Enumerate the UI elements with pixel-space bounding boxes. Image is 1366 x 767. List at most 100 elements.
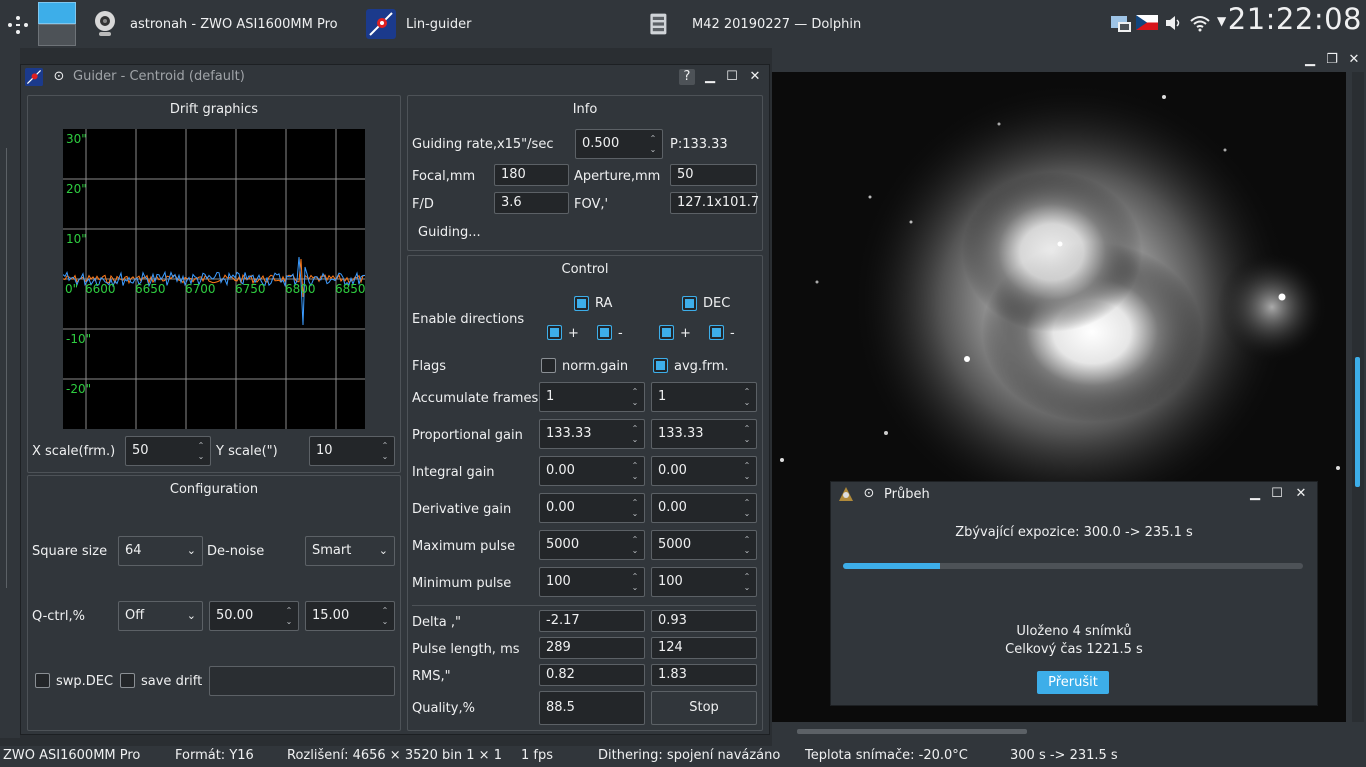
fd-field[interactable]: 3.6 <box>494 192 569 214</box>
save-drift-path-field[interactable] <box>209 666 395 696</box>
fov-field[interactable]: 127.1x101.7 <box>670 192 759 214</box>
dec-minus-checkbox[interactable] <box>709 325 724 340</box>
qctrl-value2-spinbox[interactable]: 15.00 ⌃ ⌄ <box>305 601 395 631</box>
control-dec-spinbox[interactable]: 1 ⌃ ⌄ <box>651 382 757 412</box>
minimize-icon[interactable]: ▁ <box>702 69 718 85</box>
saved-frames-text: Uloženo 4 snímků <box>1016 624 1132 639</box>
x-scale-spinbox[interactable]: 50 ⌃ ⌄ <box>125 436 211 466</box>
guiding-rate-spinbox[interactable]: 0.500 ⌃ ⌄ <box>575 129 663 159</box>
spin-arrows-icon[interactable]: ⌃ ⌄ <box>630 497 640 519</box>
spin-arrows-icon[interactable]: ⌃ ⌄ <box>284 605 294 627</box>
enable-directions-label: Enable directions <box>412 312 525 327</box>
abort-button[interactable]: Přerušit <box>1037 671 1109 694</box>
scrollbar-handle[interactable] <box>1355 357 1360 487</box>
quality-label: Quality,% <box>412 701 475 716</box>
spin-arrows-icon[interactable]: ⌃ ⌄ <box>742 571 752 593</box>
maximize-icon[interactable]: ☐ <box>724 69 740 85</box>
fov-label: FOV,' <box>574 197 609 212</box>
help-icon[interactable]: ? <box>679 69 695 85</box>
spin-arrows-icon[interactable]: ⌃ ⌄ <box>630 423 640 445</box>
clock[interactable]: 21:22:08 <box>1228 2 1362 36</box>
task-lin-guider[interactable]: Lin-guider <box>366 0 471 48</box>
webcam-icon <box>95 11 115 36</box>
spin-arrows-icon[interactable]: ⌃ ⌄ <box>742 497 752 519</box>
y-scale-spinbox[interactable]: 10 ⌃ ⌄ <box>309 436 395 466</box>
group-title: Configuration <box>169 482 259 497</box>
horizontal-scrollbar-handle[interactable] <box>797 729 1027 734</box>
swp-dec-checkbox[interactable] <box>35 673 50 688</box>
control-ra-spinbox[interactable]: 0.00 ⌃ ⌄ <box>539 493 645 523</box>
spin-arrows-icon[interactable]: ⌃ ⌄ <box>742 460 752 482</box>
save-drift-checkbox[interactable] <box>120 673 135 688</box>
minimize-icon[interactable]: ▁ <box>1247 486 1263 502</box>
spin-arrows-icon[interactable]: ⌃ ⌄ <box>380 440 390 462</box>
spin-arrows-icon[interactable]: ⌃ ⌄ <box>630 386 640 408</box>
focal-field[interactable]: 180 <box>494 164 569 186</box>
control-ra-spinbox[interactable]: 5000 ⌃ ⌄ <box>539 530 645 560</box>
task-dolphin[interactable]: M42 20190227 — Dolphin <box>648 0 861 48</box>
denoise-combo[interactable]: Smart ⌄ <box>305 536 395 566</box>
qctrl-value1-spinbox[interactable]: 50.00 ⌃ ⌄ <box>209 601 299 631</box>
minimize-icon[interactable]: ▁ <box>1302 52 1318 68</box>
close-icon[interactable]: ✕ <box>1293 486 1309 502</box>
ra-plus-checkbox[interactable] <box>547 325 562 340</box>
keyboard-icon[interactable] <box>1110 13 1132 33</box>
spin-arrows-icon[interactable]: ⌃ ⌄ <box>630 460 640 482</box>
pager-desktop-2[interactable] <box>38 24 76 46</box>
czech-flag-icon[interactable] <box>1136 15 1158 30</box>
dec-enable-checkbox[interactable] <box>682 296 697 311</box>
control-ra-spinbox[interactable]: 133.33 ⌃ ⌄ <box>539 419 645 449</box>
task-label: astronah - ZWO ASI1600MM Pro <box>130 16 338 32</box>
pager-desktop-1[interactable] <box>38 2 76 24</box>
x-scale-label: X scale(frm.) <box>32 444 116 459</box>
delta-dec-field: 0.93 <box>651 610 757 632</box>
spin-value: 0.00 <box>658 500 687 515</box>
guiding-status: Guiding... <box>418 225 481 240</box>
control-dec-spinbox[interactable]: 100 ⌃ ⌄ <box>651 567 757 597</box>
stop-button[interactable]: Stop <box>651 691 757 725</box>
spin-arrows-icon[interactable]: ⌃ ⌄ <box>648 133 658 155</box>
vertical-scrollbar[interactable] <box>1352 72 1364 722</box>
x-tick-label: 6600 <box>85 282 116 296</box>
wifi-icon[interactable] <box>1189 14 1211 32</box>
control-ra-spinbox[interactable]: 1 ⌃ ⌄ <box>539 382 645 412</box>
qctrl-combo[interactable]: Off ⌄ <box>118 601 203 631</box>
spin-arrows-icon[interactable]: ⌃ ⌄ <box>630 571 640 593</box>
avg-frm-checkbox[interactable] <box>653 358 668 373</box>
aperture-field[interactable]: 50 <box>670 164 757 186</box>
close-icon[interactable]: ✕ <box>747 69 763 85</box>
spin-arrows-icon[interactable]: ⌃ ⌄ <box>196 440 206 462</box>
spin-arrows-icon[interactable]: ⌃ ⌄ <box>742 534 752 556</box>
app-launcher-icon[interactable] <box>6 14 30 36</box>
pin-icon[interactable]: ⊙ <box>861 486 877 502</box>
ra-minus-checkbox[interactable] <box>597 325 612 340</box>
square-size-combo[interactable]: 64 ⌄ <box>118 536 203 566</box>
pin-icon[interactable]: ⊙ <box>51 69 67 85</box>
spin-arrows-icon[interactable]: ⌃ ⌄ <box>630 534 640 556</box>
spin-arrows-icon[interactable]: ⌃ ⌄ <box>742 423 752 445</box>
control-ra-spinbox[interactable]: 100 ⌃ ⌄ <box>539 567 645 597</box>
task-astronah[interactable]: astronah - ZWO ASI1600MM Pro <box>90 0 338 48</box>
status-temperature: Teplota snímače: -20.0°C <box>805 748 968 763</box>
close-icon[interactable]: ✕ <box>1346 52 1362 68</box>
maximize-icon[interactable]: ☐ <box>1269 486 1285 502</box>
spin-arrows-icon[interactable]: ⌃ ⌄ <box>742 386 752 408</box>
control-dec-spinbox[interactable]: 0.00 ⌃ ⌄ <box>651 493 757 523</box>
combo-value: 64 <box>125 543 142 558</box>
spin-value: 50.00 <box>216 608 254 623</box>
remaining-exposure-text: Zbývající expozice: 300.0 -> 235.1 s <box>955 525 1193 540</box>
x-tick-label: 6700 <box>185 282 216 296</box>
spin-arrows-icon[interactable]: ⌃ ⌄ <box>380 605 390 627</box>
dec-plus-checkbox[interactable] <box>659 325 674 340</box>
guider-titlebar[interactable]: ⊙ Guider - Centroid (default) ? ▁ ☐ ✕ <box>21 65 769 89</box>
info-group: Info Guiding rate,x15"/sec 0.500 ⌃ ⌄ P:13… <box>407 95 763 251</box>
control-dec-spinbox[interactable]: 0.00 ⌃ ⌄ <box>651 456 757 486</box>
volume-icon[interactable] <box>1165 15 1183 31</box>
control-dec-spinbox[interactable]: 5000 ⌃ ⌄ <box>651 530 757 560</box>
restore-icon[interactable]: ❐ <box>1324 52 1340 68</box>
control-ra-spinbox[interactable]: 0.00 ⌃ ⌄ <box>539 456 645 486</box>
ra-minus-label: - <box>618 326 623 341</box>
norm-gain-checkbox[interactable] <box>541 358 556 373</box>
ra-enable-checkbox[interactable] <box>574 296 589 311</box>
control-dec-spinbox[interactable]: 133.33 ⌃ ⌄ <box>651 419 757 449</box>
